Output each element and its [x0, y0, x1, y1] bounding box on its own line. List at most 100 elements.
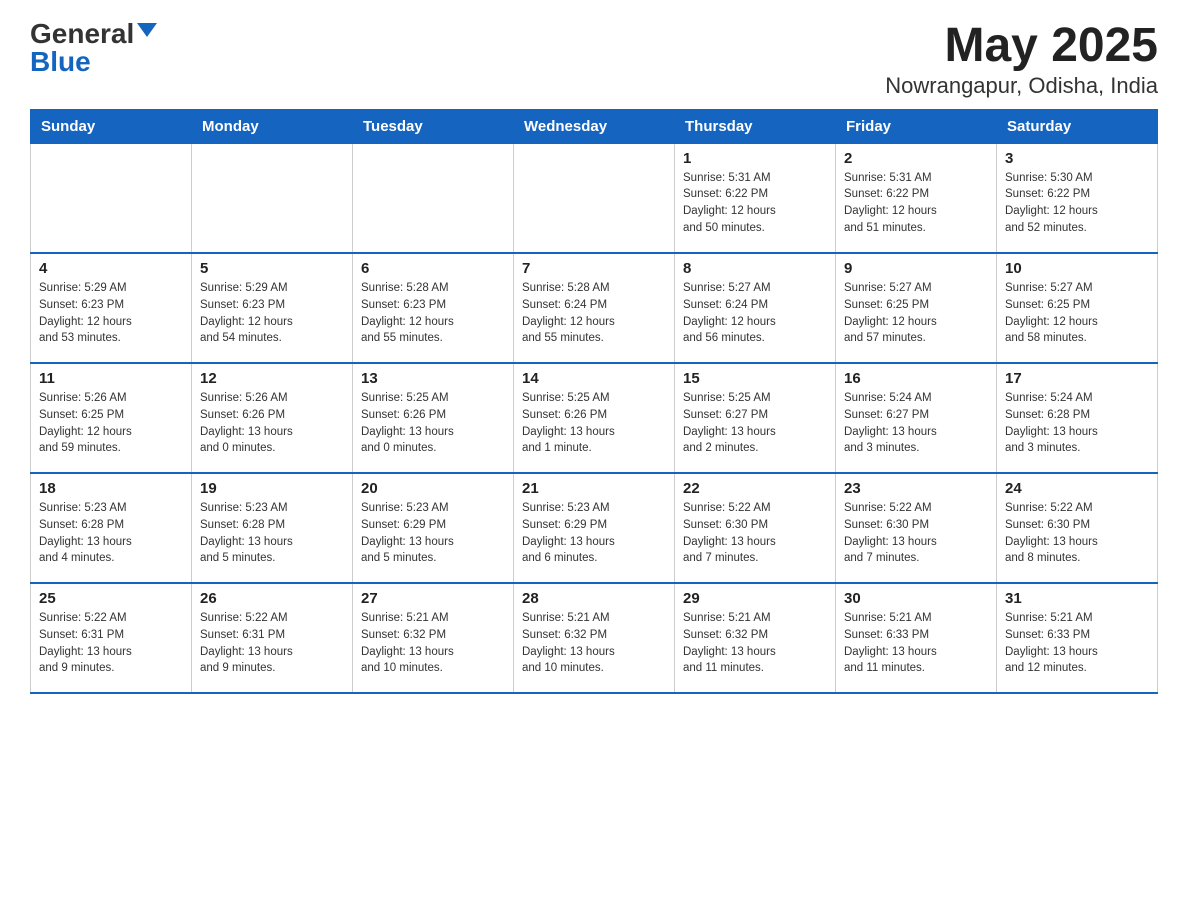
day-number: 29 — [683, 590, 827, 607]
day-info: Sunrise: 5:31 AMSunset: 6:22 PMDaylight:… — [683, 170, 827, 237]
day-info: Sunrise: 5:21 AMSunset: 6:32 PMDaylight:… — [683, 610, 827, 677]
day-info: Sunrise: 5:22 AMSunset: 6:30 PMDaylight:… — [683, 500, 827, 567]
calendar-day-cell: 30 Sunrise: 5:21 AMSunset: 6:33 PMDayligh… — [836, 583, 997, 693]
calendar-day-cell: 3Sunrise: 5:30 AMSunset: 6:22 PMDaylight… — [997, 143, 1158, 253]
calendar-week-row: 1 Sunrise: 5:31 AMSunset: 6:22 PMDaylight… — [31, 143, 1158, 253]
day-info: Sunrise: 5:22 AMSunset: 6:31 PMDaylight:… — [39, 610, 183, 677]
logo-blue-text: Blue — [30, 48, 91, 76]
logo-general-text: General — [30, 20, 134, 48]
day-number: 10 — [1005, 260, 1149, 277]
day-info: Sunrise: 5:21 AMSunset: 6:33 PMDaylight:… — [1005, 610, 1149, 677]
day-info: Sunrise: 5:24 AMSunset: 6:28 PMDaylight:… — [1005, 390, 1149, 457]
day-info: Sunrise: 5:21 AMSunset: 6:32 PMDaylight:… — [361, 610, 505, 677]
day-info: Sunrise: 5:21 AMSunset: 6:32 PMDaylight:… — [522, 610, 666, 677]
day-number: 8 — [683, 260, 827, 277]
calendar-week-row: 25 Sunrise: 5:22 AMSunset: 6:31 PMDayligh… — [31, 583, 1158, 693]
logo: General Blue — [30, 20, 157, 76]
day-info: Sunrise: 5:31 AMSunset: 6:22 PMDaylight:… — [844, 170, 988, 237]
day-number: 7 — [522, 260, 666, 277]
day-number: 13 — [361, 370, 505, 387]
calendar-week-row: 18Sunrise: 5:23 AMSunset: 6:28 PMDayligh… — [31, 473, 1158, 583]
calendar-day-cell: 7Sunrise: 5:28 AMSunset: 6:24 PMDaylight… — [514, 253, 675, 363]
calendar-table: SundayMondayTuesdayWednesdayThursdayFrid… — [30, 109, 1158, 695]
day-info: Sunrise: 5:27 AMSunset: 6:25 PMDaylight:… — [1005, 280, 1149, 347]
month-year-title: May 2025 — [885, 20, 1158, 73]
day-info: Sunrise: 5:25 AMSunset: 6:26 PMDaylight:… — [522, 390, 666, 457]
day-of-week-header: Thursday — [675, 109, 836, 143]
day-number: 21 — [522, 480, 666, 497]
day-info: Sunrise: 5:30 AMSunset: 6:22 PMDaylight:… — [1005, 170, 1149, 237]
day-info: Sunrise: 5:27 AMSunset: 6:24 PMDaylight:… — [683, 280, 827, 347]
title-block: May 2025 Nowrangapur, Odisha, India — [885, 20, 1158, 99]
calendar-day-cell: 2 Sunrise: 5:31 AMSunset: 6:22 PMDaylight… — [836, 143, 997, 253]
calendar-day-cell: 22Sunrise: 5:22 AMSunset: 6:30 PMDayligh… — [675, 473, 836, 583]
calendar-day-cell: 21 Sunrise: 5:23 AMSunset: 6:29 PMDayligh… — [514, 473, 675, 583]
day-number: 20 — [361, 480, 505, 497]
day-info: Sunrise: 5:24 AMSunset: 6:27 PMDaylight:… — [844, 390, 988, 457]
day-info: Sunrise: 5:22 AMSunset: 6:30 PMDaylight:… — [844, 500, 988, 567]
day-number: 27 — [361, 590, 505, 607]
day-number: 2 — [844, 150, 988, 167]
calendar-day-cell — [514, 143, 675, 253]
day-info: Sunrise: 5:29 AMSunset: 6:23 PMDaylight:… — [200, 280, 344, 347]
day-number: 9 — [844, 260, 988, 277]
day-of-week-header: Saturday — [997, 109, 1158, 143]
calendar-day-cell: 31 Sunrise: 5:21 AMSunset: 6:33 PMDayligh… — [997, 583, 1158, 693]
calendar-day-cell: 9 Sunrise: 5:27 AMSunset: 6:25 PMDaylight… — [836, 253, 997, 363]
calendar-day-cell: 15 Sunrise: 5:25 AMSunset: 6:27 PMDayligh… — [675, 363, 836, 473]
calendar-day-cell: 1 Sunrise: 5:31 AMSunset: 6:22 PMDaylight… — [675, 143, 836, 253]
day-info: Sunrise: 5:28 AMSunset: 6:23 PMDaylight:… — [361, 280, 505, 347]
day-info: Sunrise: 5:23 AMSunset: 6:29 PMDaylight:… — [361, 500, 505, 567]
calendar-day-cell — [192, 143, 353, 253]
day-info: Sunrise: 5:26 AMSunset: 6:26 PMDaylight:… — [200, 390, 344, 457]
day-number: 19 — [200, 480, 344, 497]
page-header: General Blue May 2025 Nowrangapur, Odish… — [30, 20, 1158, 99]
day-number: 25 — [39, 590, 183, 607]
day-info: Sunrise: 5:25 AMSunset: 6:26 PMDaylight:… — [361, 390, 505, 457]
calendar-week-row: 11Sunrise: 5:26 AMSunset: 6:25 PMDayligh… — [31, 363, 1158, 473]
day-number: 26 — [200, 590, 344, 607]
logo-triangle-icon — [137, 23, 157, 37]
day-number: 31 — [1005, 590, 1149, 607]
calendar-day-cell: 25 Sunrise: 5:22 AMSunset: 6:31 PMDayligh… — [31, 583, 192, 693]
calendar-day-cell: 5 Sunrise: 5:29 AMSunset: 6:23 PMDaylight… — [192, 253, 353, 363]
calendar-day-cell: 20 Sunrise: 5:23 AMSunset: 6:29 PMDayligh… — [353, 473, 514, 583]
day-info: Sunrise: 5:21 AMSunset: 6:33 PMDaylight:… — [844, 610, 988, 677]
day-info: Sunrise: 5:26 AMSunset: 6:25 PMDaylight:… — [39, 390, 183, 457]
calendar-day-cell: 28 Sunrise: 5:21 AMSunset: 6:32 PMDayligh… — [514, 583, 675, 693]
day-info: Sunrise: 5:27 AMSunset: 6:25 PMDaylight:… — [844, 280, 988, 347]
calendar-day-cell: 26 Sunrise: 5:22 AMSunset: 6:31 PMDayligh… — [192, 583, 353, 693]
calendar-day-cell: 16Sunrise: 5:24 AMSunset: 6:27 PMDayligh… — [836, 363, 997, 473]
day-number: 4 — [39, 260, 183, 277]
calendar-day-cell: 6Sunrise: 5:28 AMSunset: 6:23 PMDaylight… — [353, 253, 514, 363]
day-number: 17 — [1005, 370, 1149, 387]
calendar-day-cell — [31, 143, 192, 253]
day-info: Sunrise: 5:22 AMSunset: 6:31 PMDaylight:… — [200, 610, 344, 677]
calendar-day-cell: 19 Sunrise: 5:23 AMSunset: 6:28 PMDayligh… — [192, 473, 353, 583]
calendar-day-cell: 13 Sunrise: 5:25 AMSunset: 6:26 PMDayligh… — [353, 363, 514, 473]
calendar-day-cell: 27 Sunrise: 5:21 AMSunset: 6:32 PMDayligh… — [353, 583, 514, 693]
day-number: 1 — [683, 150, 827, 167]
day-of-week-header: Wednesday — [514, 109, 675, 143]
calendar-day-cell: 23Sunrise: 5:22 AMSunset: 6:30 PMDayligh… — [836, 473, 997, 583]
day-number: 12 — [200, 370, 344, 387]
day-number: 15 — [683, 370, 827, 387]
day-of-week-header: Monday — [192, 109, 353, 143]
calendar-header-row: SundayMondayTuesdayWednesdayThursdayFrid… — [31, 109, 1158, 143]
day-info: Sunrise: 5:25 AMSunset: 6:27 PMDaylight:… — [683, 390, 827, 457]
calendar-day-cell: 12 Sunrise: 5:26 AMSunset: 6:26 PMDayligh… — [192, 363, 353, 473]
day-of-week-header: Tuesday — [353, 109, 514, 143]
day-info: Sunrise: 5:23 AMSunset: 6:28 PMDaylight:… — [200, 500, 344, 567]
calendar-day-cell: 18Sunrise: 5:23 AMSunset: 6:28 PMDayligh… — [31, 473, 192, 583]
calendar-day-cell: 29 Sunrise: 5:21 AMSunset: 6:32 PMDayligh… — [675, 583, 836, 693]
calendar-week-row: 4 Sunrise: 5:29 AMSunset: 6:23 PMDaylight… — [31, 253, 1158, 363]
day-info: Sunrise: 5:22 AMSunset: 6:30 PMDaylight:… — [1005, 500, 1149, 567]
day-number: 5 — [200, 260, 344, 277]
day-info: Sunrise: 5:23 AMSunset: 6:29 PMDaylight:… — [522, 500, 666, 567]
calendar-day-cell: 4 Sunrise: 5:29 AMSunset: 6:23 PMDaylight… — [31, 253, 192, 363]
day-number: 14 — [522, 370, 666, 387]
day-number: 30 — [844, 590, 988, 607]
calendar-day-cell: 11Sunrise: 5:26 AMSunset: 6:25 PMDayligh… — [31, 363, 192, 473]
day-info: Sunrise: 5:29 AMSunset: 6:23 PMDaylight:… — [39, 280, 183, 347]
day-number: 28 — [522, 590, 666, 607]
